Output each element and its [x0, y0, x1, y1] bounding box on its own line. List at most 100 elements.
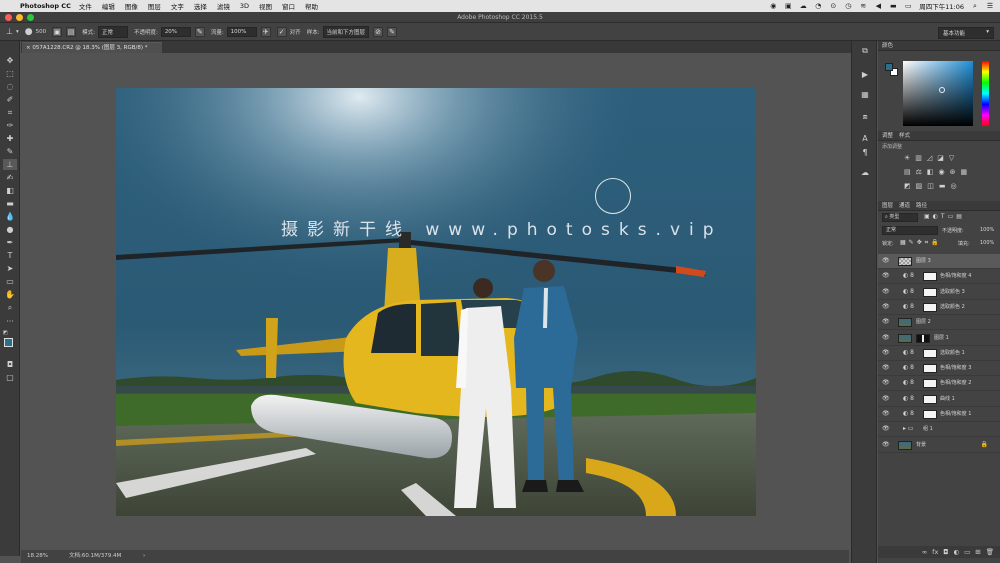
brush-tool-icon[interactable]: ✎	[3, 146, 17, 157]
visibility-eye-icon[interactable]: 👁	[882, 300, 890, 314]
layer-mask-thumbnail[interactable]	[923, 410, 937, 419]
brush-preset[interactable]: ● 500	[25, 27, 46, 37]
layer-filter-icons[interactable]: ▣◐T▭▤	[924, 213, 965, 220]
layer-mask-thumbnail[interactable]	[923, 364, 937, 374]
layer-row[interactable]: 👁 ◐ 8 曲线 1	[878, 392, 1000, 407]
panel-foreground-swatch[interactable]	[885, 63, 893, 71]
layer-row[interactable]: 👁 图层 2	[878, 315, 1000, 331]
zoom-tool-icon[interactable]: ⌕	[3, 302, 17, 313]
color-balance-icon[interactable]: ⚖	[916, 168, 922, 176]
layer-row[interactable]: 👁 背景 🔒	[878, 438, 1000, 453]
photo-filter-icon[interactable]: ◉	[939, 168, 945, 176]
color-picker-field[interactable]	[903, 61, 973, 126]
menu-help[interactable]: 帮助	[305, 1, 318, 11]
shape-tool-icon[interactable]: ▭	[3, 276, 17, 287]
menu-file[interactable]: 文件	[79, 1, 92, 11]
layer-style-icon[interactable]: fx	[932, 546, 938, 558]
color-panel-tab[interactable]: 颜色	[882, 43, 893, 49]
status-record-icon[interactable]: ⊙	[829, 2, 837, 10]
flow-input[interactable]: 100%	[226, 26, 257, 37]
eyedropper-tool-icon[interactable]: ✑	[3, 120, 17, 131]
airbrush-button[interactable]: ✈	[260, 26, 271, 37]
zoom-level[interactable]: 18.28%	[27, 550, 48, 562]
visibility-eye-icon[interactable]: 👁	[882, 422, 890, 436]
layers-tab[interactable]: 图层	[882, 203, 893, 209]
marquee-tool-icon[interactable]: ⬚	[3, 68, 17, 79]
more-tools-icon[interactable]: ···	[3, 316, 17, 327]
paths-tab[interactable]: 路径	[916, 203, 927, 209]
vibrance-icon[interactable]: ▽	[949, 154, 954, 162]
tool-preset-picker[interactable]: ⊥ ▾	[6, 27, 19, 36]
layer-mask-thumbnail[interactable]	[923, 302, 937, 312]
menubar-clock[interactable]: 周四下午11:06	[919, 1, 964, 11]
status-square-icon[interactable]: ▣	[784, 2, 792, 10]
visibility-eye-icon[interactable]: 👁	[882, 438, 890, 452]
layer-thumbnail[interactable]	[898, 257, 912, 266]
actions-play-icon[interactable]: ▶	[858, 69, 872, 81]
quick-select-tool-icon[interactable]: ✐	[3, 94, 17, 105]
status-circle-icon[interactable]: ◉	[769, 2, 777, 10]
black-white-icon[interactable]: ◧	[927, 168, 934, 176]
selective-color-icon[interactable]: ◎	[951, 182, 957, 190]
document-photo[interactable]: 摄影新干线 www.photosks.vip	[116, 88, 756, 516]
menu-3d[interactable]: 3D	[240, 2, 249, 10]
lasso-tool-icon[interactable]: ◌	[3, 81, 17, 92]
posterize-icon[interactable]: ▨	[916, 182, 923, 190]
curves-icon[interactable]: ◿	[927, 154, 932, 162]
styles-tab[interactable]: 样式	[899, 133, 910, 139]
visibility-eye-icon[interactable]: 👁	[882, 392, 890, 406]
color-picker-cursor[interactable]	[939, 87, 945, 93]
move-tool-icon[interactable]: ✥	[3, 55, 17, 66]
eraser-tool-icon[interactable]: ◧	[3, 185, 17, 196]
swatches-panel-icon[interactable]: ▦	[858, 89, 872, 101]
volume-icon[interactable]: ◀	[874, 2, 882, 10]
layer-row[interactable]: 👁 图层 1	[878, 331, 1000, 346]
wifi-icon[interactable]: ≋	[859, 2, 867, 10]
default-colors-icon[interactable]: ◩	[3, 330, 9, 336]
layer-row[interactable]: 👁 ◐ 8 选取颜色 2	[878, 300, 1000, 315]
layer-thumbnail[interactable]	[898, 440, 912, 450]
menu-filter[interactable]: 滤镜	[217, 1, 230, 11]
menu-layer[interactable]: 图层	[148, 1, 161, 11]
invert-icon[interactable]: ◩	[904, 182, 911, 190]
folder-icon[interactable]: ▸ ▭	[903, 422, 914, 436]
status-bell-icon[interactable]: ◔	[814, 2, 822, 10]
menu-edit[interactable]: 编辑	[102, 1, 115, 11]
layer-opacity-input[interactable]: 100%	[980, 227, 994, 233]
spotlight-icon[interactable]: ⌕	[971, 2, 979, 10]
layer-row[interactable]: 👁 图层 3	[878, 254, 1000, 269]
menu-window[interactable]: 窗口	[282, 1, 295, 11]
hand-tool-icon[interactable]: ✋	[3, 289, 17, 300]
trash-icon[interactable]: 🗑	[986, 546, 994, 558]
history-panel-icon[interactable]: ⧉	[858, 45, 872, 57]
aligned-checkbox[interactable]: ✓	[276, 26, 287, 37]
exposure-icon[interactable]: ◪	[937, 154, 944, 162]
type-tool-icon[interactable]: T	[3, 250, 17, 261]
menu-view[interactable]: 视图	[259, 1, 272, 11]
status-clock-icon[interactable]: ◷	[844, 2, 852, 10]
notification-center-icon[interactable]: ☰	[986, 2, 994, 10]
lock-icons[interactable]: ▦✎✥⌗🔒	[900, 239, 942, 247]
visibility-eye-icon[interactable]: 👁	[882, 331, 890, 345]
add-mask-icon[interactable]: ◘	[943, 546, 948, 558]
document-tab[interactable]: × 057A1228.CR2 @ 18.3% (图层 3, RGB/8) *	[22, 42, 162, 53]
filter-kind-select[interactable]: ⌕ 类型	[882, 213, 918, 222]
layer-mask-thumbnail[interactable]	[923, 379, 937, 389]
hue-slider[interactable]	[982, 61, 989, 126]
properties-panel-icon[interactable]: ⧈	[858, 111, 872, 123]
paragraph-panel-icon[interactable]: ¶	[858, 147, 872, 159]
layer-row[interactable]: 👁 ◐ 8 色相/饱和度 3	[878, 361, 1000, 377]
foreground-color-swatch[interactable]	[4, 338, 13, 347]
gradient-map-icon[interactable]: ▬	[939, 182, 946, 190]
hue-saturation-icon[interactable]: ▤	[904, 168, 911, 176]
layer-thumbnail[interactable]	[898, 333, 912, 343]
workspace-select[interactable]: 基本功能 ▾	[938, 27, 994, 39]
visibility-eye-icon[interactable]: 👁	[882, 376, 890, 390]
gradient-tool-icon[interactable]: ▬	[3, 198, 17, 209]
levels-icon[interactable]: ▥	[915, 154, 922, 162]
link-layers-icon[interactable]: ∞	[922, 546, 927, 558]
visibility-eye-icon[interactable]: 👁	[882, 269, 890, 283]
battery-icon[interactable]: ▭	[904, 2, 912, 10]
menu-image[interactable]: 图像	[125, 1, 138, 11]
new-group-icon[interactable]: ▭	[964, 546, 970, 558]
